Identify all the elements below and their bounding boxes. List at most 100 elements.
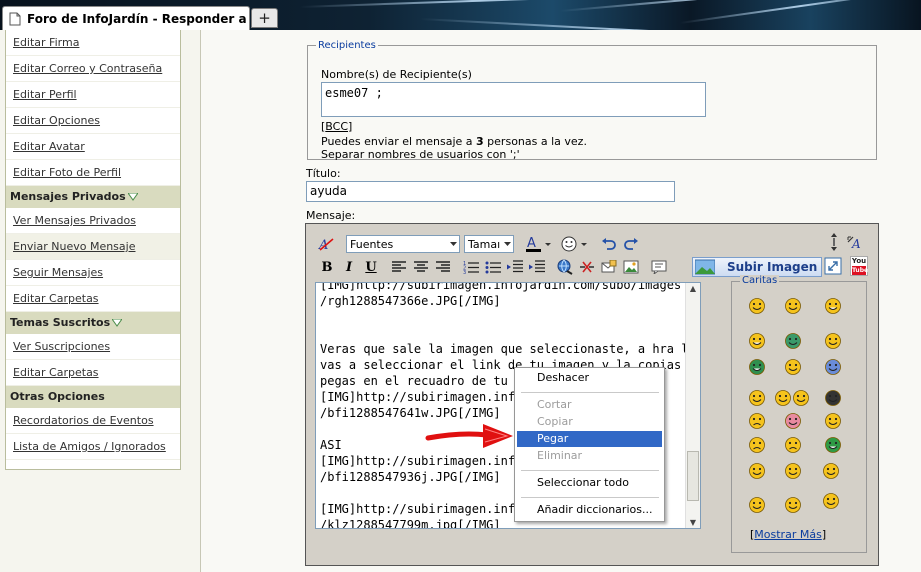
- browser-tab-active[interactable]: Foro de InfoJardín - Responder a Me...: [2, 6, 250, 30]
- smilie-smile-icon[interactable]: [774, 389, 792, 407]
- upload-image-button[interactable]: Subir Imagen: [692, 257, 822, 277]
- smilie-smile-icon[interactable]: [784, 412, 802, 430]
- insert-link-icon[interactable]: [554, 257, 576, 277]
- sidebar-link[interactable]: Editar Perfil: [6, 82, 180, 108]
- ordered-list-icon[interactable]: 123: [460, 257, 482, 277]
- user-cp-sidebar: Editar Firma Editar Correo y Contraseña Ed…: [5, 30, 181, 470]
- redo-icon[interactable]: [620, 234, 642, 254]
- smilie-sad-icon[interactable]: [748, 412, 766, 430]
- smilie-grin-icon[interactable]: [748, 332, 766, 350]
- bcc-link[interactable]: BCC: [325, 120, 348, 133]
- scrollbar-thumb[interactable]: [687, 451, 699, 501]
- smilie-devil-icon[interactable]: [784, 462, 802, 480]
- outdent-icon[interactable]: [504, 257, 526, 277]
- sidebar-link[interactable]: Editar Carpetas: [6, 286, 180, 312]
- quote-icon[interactable]: [648, 257, 670, 277]
- smilie-wave-icon[interactable]: [822, 462, 840, 480]
- context-menu-item: Cortar: [537, 398, 572, 411]
- resize-vertical-icon[interactable]: [824, 232, 844, 252]
- chevron-down-icon: [501, 236, 513, 252]
- sidebar-link[interactable]: Editar Foto de Perfil: [6, 160, 180, 186]
- smilie-sad-icon[interactable]: [748, 436, 766, 454]
- underline-icon[interactable]: U: [360, 257, 382, 277]
- smilie-smile-icon[interactable]: [824, 412, 842, 430]
- bcc-toggle: [BCC]: [321, 120, 352, 133]
- context-menu-item[interactable]: Deshacer: [517, 370, 662, 386]
- smilie-love-icon[interactable]: [748, 496, 766, 514]
- smilie-grin-icon[interactable]: [824, 436, 842, 454]
- title-label: Título:: [306, 167, 341, 180]
- sidebar-link[interactable]: Editar Firma: [6, 30, 180, 56]
- recipients-limit-note: Puedes enviar el mensaje a 3 personas a …: [321, 135, 587, 148]
- smilie-cool-icon[interactable]: [748, 389, 766, 407]
- smilie-grin-icon[interactable]: [748, 358, 766, 376]
- sidebar-section-header: Otras Opciones: [6, 386, 180, 408]
- sidebar-link[interactable]: Editar Opciones: [6, 108, 180, 134]
- bold-icon[interactable]: B: [316, 257, 338, 277]
- smilie-tongue-icon[interactable]: [784, 332, 802, 350]
- smilie-menu-icon[interactable]: [560, 234, 590, 254]
- insert-image-icon[interactable]: [620, 257, 642, 277]
- context-menu-item[interactable]: Pegar: [517, 431, 662, 447]
- font-select-value: Fuentes: [350, 237, 394, 251]
- note-prefix: Puedes enviar el mensaje a: [321, 135, 477, 148]
- expand-icon[interactable]: [822, 256, 844, 276]
- smilie-smile-icon[interactable]: [784, 297, 802, 315]
- title-input[interactable]: ayuda: [306, 181, 675, 202]
- sidebar-section-header[interactable]: Temas Suscritos: [6, 312, 180, 334]
- size-select[interactable]: Tamaı: [464, 235, 514, 253]
- unordered-list-icon[interactable]: [482, 257, 504, 277]
- smilie-cool-icon[interactable]: [784, 358, 802, 376]
- smilie-thumb-icon[interactable]: [824, 358, 842, 376]
- smilie-wink-icon[interactable]: [824, 332, 842, 350]
- sidebar-link[interactable]: Seguir Mensajes: [6, 260, 180, 286]
- context-menu-item[interactable]: Seleccionar todo: [517, 475, 662, 491]
- italic-icon[interactable]: I: [338, 257, 360, 277]
- show-more-link[interactable]: Mostrar Más: [754, 528, 822, 541]
- align-right-icon[interactable]: [432, 257, 454, 277]
- textarea-scrollbar[interactable]: ▲ ▼: [685, 283, 700, 528]
- remove-format-icon[interactable]: A: [316, 234, 338, 254]
- smilie-arms-icon[interactable]: [822, 492, 840, 510]
- sidebar-link[interactable]: Editar Correo y Contraseña: [6, 56, 180, 82]
- smilie-sad-icon[interactable]: [784, 436, 802, 454]
- collapse-arrow-icon[interactable]: [126, 192, 139, 201]
- font-select[interactable]: Fuentes: [346, 235, 460, 253]
- context-menu-item[interactable]: Añadir diccionarios...: [517, 502, 662, 518]
- align-center-icon[interactable]: [410, 257, 432, 277]
- youtube-icon[interactable]: You Tube: [850, 256, 868, 276]
- undo-icon[interactable]: [598, 234, 620, 254]
- youtube-top: You: [851, 257, 867, 265]
- align-left-icon[interactable]: [388, 257, 410, 277]
- sidebar-link[interactable]: Ver Suscripciones: [6, 334, 180, 360]
- font-size-icon[interactable]: A: [846, 232, 866, 252]
- more-bracket: ]: [821, 528, 827, 541]
- sidebar-section-label: Mensajes Privados: [10, 190, 126, 203]
- sidebar-link[interactable]: Editar Carpetas: [6, 360, 180, 386]
- smilie-smile-icon[interactable]: [792, 389, 810, 407]
- smilie-devil-icon[interactable]: [748, 462, 766, 480]
- sidebar-link[interactable]: Ver Mensajes Privados: [6, 208, 180, 234]
- sidebar-link[interactable]: Recordatorios de Eventos: [6, 408, 180, 434]
- sidebar-link[interactable]: Enviar Nuevo Mensaje: [6, 234, 180, 260]
- remove-link-icon[interactable]: [576, 257, 598, 277]
- sidebar-link[interactable]: Lista de Amigos / Ignorados: [6, 434, 180, 460]
- text-color-icon[interactable]: A: [524, 234, 554, 254]
- smilie-dance-icon[interactable]: [784, 496, 802, 514]
- upload-image-label: Subir Imagen: [727, 260, 818, 274]
- new-tab-button[interactable]: +: [251, 8, 278, 28]
- scroll-down-icon[interactable]: ▼: [686, 518, 700, 527]
- insert-email-icon[interactable]: [598, 257, 620, 277]
- indent-icon[interactable]: [526, 257, 548, 277]
- smilie-grin-icon[interactable]: [824, 297, 842, 315]
- decor-streak: [419, 18, 840, 30]
- smilie-smile-icon[interactable]: [748, 297, 766, 315]
- sidebar-link[interactable]: Editar Avatar: [6, 134, 180, 160]
- smilie-hat-icon[interactable]: [824, 389, 842, 407]
- chevron-down-icon: [447, 236, 459, 252]
- scroll-up-icon[interactable]: ▲: [686, 284, 700, 293]
- recipients-input[interactable]: esme07 ;: [321, 82, 706, 117]
- sidebar-section-header[interactable]: Mensajes Privados: [6, 186, 180, 208]
- collapse-arrow-icon[interactable]: [111, 318, 124, 327]
- recipients-legend: Recipientes: [318, 40, 376, 51]
